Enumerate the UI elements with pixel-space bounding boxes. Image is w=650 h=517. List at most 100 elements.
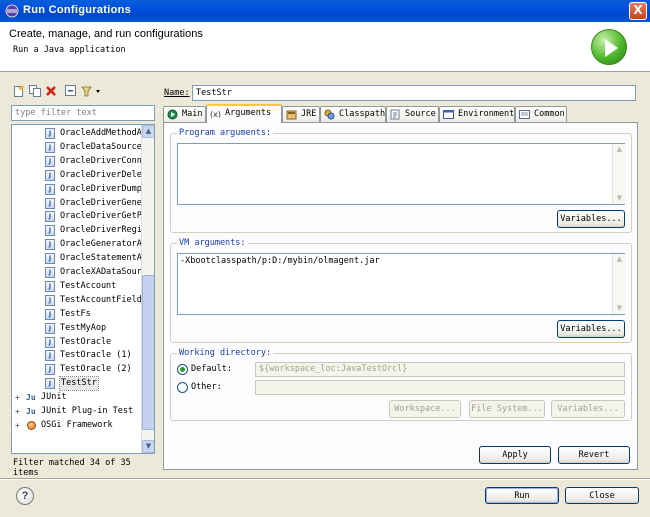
arguments-tab-panel: Program arguments: ▲ ▼ Variables... VM a… [163, 122, 638, 470]
filter-configs-icon[interactable] [81, 85, 103, 97]
working-dir-variables-button[interactable]: Variables... [551, 400, 625, 418]
java-application-icon: J [45, 197, 55, 209]
name-label: Name: [164, 88, 190, 98]
apply-button[interactable]: Apply [479, 446, 551, 464]
program-arguments-textarea[interactable] [177, 143, 625, 205]
scroll-thumb[interactable] [142, 275, 154, 430]
file-system-button[interactable]: File System... [469, 400, 545, 418]
config-tree: J OracleAddMethodA J OracleDataSource J Oracl… [11, 124, 155, 454]
program-arguments-group: Program arguments: ▲ ▼ Variables... [170, 128, 632, 233]
java-application-icon: J [45, 141, 55, 153]
revert-button[interactable]: Revert [558, 446, 630, 464]
tab-common[interactable]: Common [515, 106, 567, 122]
environment-tab-icon [443, 110, 454, 119]
program-arguments-scrollbar[interactable]: ▲ ▼ [612, 144, 625, 204]
working-directory-group: Working directory: Default: ${workspace_… [170, 348, 632, 421]
tab-arguments[interactable]: (x) Arguments [206, 104, 282, 123]
java-application-icon: J [45, 280, 55, 292]
java-application-icon: J [45, 211, 55, 223]
tree-item-label: OracleGeneratorA [60, 239, 142, 250]
other-directory-field[interactable] [255, 380, 625, 395]
default-directory-field: ${workspace_loc:JavaTestOrcl} [255, 362, 625, 377]
expand-icon[interactable]: + [15, 391, 20, 404]
workspace-button-label: Workspace... [394, 404, 456, 414]
name-input[interactable]: TestStr [192, 85, 636, 101]
tree-item-label: OracleDriverRegi [60, 225, 142, 236]
eclipse-window-icon [5, 4, 19, 18]
program-args-scroll-down[interactable]: ▼ [614, 193, 625, 204]
java-application-icon: J [45, 308, 55, 320]
tab-jre[interactable]: JRE [282, 106, 320, 122]
expand-icon[interactable]: + [15, 405, 20, 418]
close-window-button[interactable]: X [629, 2, 647, 20]
vm-args-scroll-down[interactable]: ▼ [614, 303, 625, 314]
tree-item-label: OracleStatementA [60, 253, 142, 264]
working-dir-variables-label: Variables... [557, 404, 619, 414]
jre-tab-icon [286, 110, 297, 120]
help-icon[interactable]: ? [16, 487, 34, 505]
tree-vertical-scrollbar[interactable]: ▲ ▼ [141, 125, 154, 453]
program-arguments-variables-label: Variables... [560, 214, 622, 224]
vm-arguments-variables-label: Variables... [560, 324, 622, 334]
run-banner-icon [591, 29, 627, 65]
other-directory-radio[interactable] [177, 382, 188, 393]
filter-input[interactable]: type filter text [11, 105, 155, 121]
program-args-scroll-up[interactable]: ▲ [614, 144, 625, 155]
expand-icon[interactable]: + [15, 419, 20, 432]
default-directory-radio[interactable] [177, 364, 188, 375]
vm-arguments-textarea[interactable]: -Xbootclasspath/p:D:/mybin/olmagent.jar [177, 253, 625, 315]
program-arguments-label: Program arguments: [177, 128, 274, 138]
workspace-button[interactable]: Workspace... [389, 400, 461, 418]
configuration-list-panel: type filter text J OracleAddMethodA J Oracl… [8, 80, 158, 478]
vm-arguments-scrollbar[interactable]: ▲ ▼ [612, 254, 625, 314]
junit-icon: Ju [26, 393, 36, 403]
arguments-tab-icon: (x) [210, 110, 221, 119]
java-application-icon: J [45, 267, 55, 278]
tree-item-label: OracleXADataSour [60, 267, 142, 277]
run-button-label: Run [514, 491, 530, 501]
tab-jre-label: JRE [301, 109, 317, 119]
vm-arguments-variables-button[interactable]: Variables... [557, 320, 625, 338]
tab-classpath[interactable]: Classpath [320, 106, 386, 122]
footer-separator [0, 478, 650, 480]
collapse-all-icon[interactable] [65, 85, 77, 97]
tab-main[interactable]: Main [163, 106, 206, 122]
common-tab-icon [519, 110, 530, 119]
scroll-down-button[interactable]: ▼ [142, 440, 154, 453]
revert-button-label: Revert [578, 450, 610, 460]
java-application-icon: J [45, 322, 55, 334]
program-arguments-variables-button[interactable]: Variables... [557, 210, 625, 228]
run-button[interactable]: Run [485, 487, 559, 504]
close-button[interactable]: Close [565, 487, 639, 504]
tab-environment[interactable]: Environment [439, 106, 515, 122]
java-application-icon: J [45, 364, 55, 376]
java-application-icon: J [45, 183, 55, 195]
tab-classpath-label: Classpath [339, 109, 386, 119]
java-application-icon: J [45, 155, 55, 167]
left-toolbar [11, 82, 151, 100]
tree-item-label: OracleAddMethodA [60, 128, 142, 138]
svg-text:(x): (x) [210, 110, 221, 119]
file-system-button-label: File System... [471, 404, 543, 414]
tree-item-label: TestMyAop [60, 322, 107, 333]
java-application-icon: J [45, 350, 55, 362]
java-application-icon: J [45, 128, 55, 139]
classpath-tab-icon [324, 109, 335, 120]
tree-item-label: JUnit [41, 392, 67, 403]
new-launch-config-icon[interactable] [13, 85, 25, 97]
tree-item-label: OracleDriverGene [60, 197, 142, 208]
tab-common-label: Common [534, 109, 565, 119]
vm-args-scroll-up[interactable]: ▲ [614, 254, 625, 265]
tree-item-label: OracleDataSource [60, 141, 142, 152]
title-bar: Run Configurations X [0, 0, 650, 22]
duplicate-config-icon[interactable] [29, 85, 41, 97]
other-directory-label: Other: [191, 382, 222, 392]
junit-icon: Ju [26, 407, 36, 416]
tree-item-label: TestOracle (2) [60, 364, 132, 375]
header-banner: Create, manage, and run configurations R… [0, 22, 650, 72]
header-title: Create, manage, and run configurations [9, 28, 203, 40]
tab-source[interactable]: Source [386, 106, 439, 122]
delete-config-icon[interactable] [45, 85, 57, 97]
working-directory-label: Working directory: [177, 348, 274, 358]
scroll-up-button[interactable]: ▲ [142, 125, 154, 138]
